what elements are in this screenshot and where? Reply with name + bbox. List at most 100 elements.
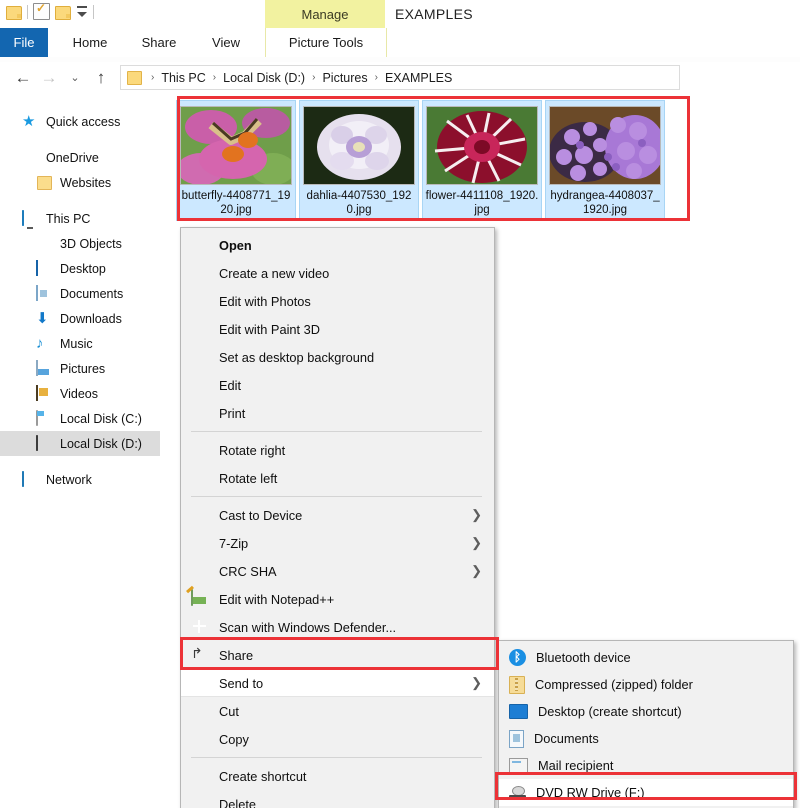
breadcrumb-item-this-pc[interactable]: This PC — [159, 70, 207, 86]
sidebar-item-3d-objects[interactable]: 3D Objects — [0, 231, 160, 256]
tab-view[interactable]: View — [200, 28, 252, 57]
file-tile[interactable]: butterfly-4408771_1920.jpg — [176, 100, 296, 221]
sidebar-item-desktop[interactable]: Desktop — [0, 256, 160, 281]
documents-icon — [36, 286, 53, 302]
menu-item-label: Send to — [219, 676, 263, 691]
menu-item-label: Cut — [219, 704, 239, 719]
thumbnail-dahlia — [303, 106, 415, 185]
toolbar-divider-2 — [93, 5, 94, 19]
menu-separator — [191, 431, 482, 432]
mail-icon — [509, 758, 528, 773]
menu-item-create-a-new-video[interactable]: Create a new video — [181, 259, 494, 287]
menu-item-edit-with-paint-3d[interactable]: Edit with Paint 3D — [181, 315, 494, 343]
share-icon: ↱ — [191, 646, 211, 664]
address-bar: ← → ⌄ ↑ › This PC › Local Disk (D:) › Pi… — [0, 62, 800, 93]
menu-item-set-as-desktop-background[interactable]: Set as desktop background — [181, 343, 494, 371]
file-tile[interactable]: flower-4411108_1920.jpg — [422, 100, 542, 221]
menu-item-edit[interactable]: Edit — [181, 371, 494, 399]
music-note-icon: ♪ — [36, 336, 53, 352]
back-button[interactable]: ← — [10, 65, 36, 91]
file-name: flower-4411108_1920.jpg — [425, 189, 539, 217]
menu-item-edit-with-notepadpp[interactable]: Edit with Notepad++ — [181, 585, 494, 613]
quick-access-toolbar — [6, 3, 94, 20]
sidebar-item-local-disk-c[interactable]: Local Disk (C:) — [0, 406, 160, 431]
menu-item-label: Edit — [219, 378, 241, 393]
menu-item-7-zip[interactable]: 7-Zip ❯ — [181, 529, 494, 557]
menu-item-label: Cast to Device — [219, 508, 302, 523]
file-name: hydrangea-4408037_1920.jpg — [548, 189, 662, 217]
breadcrumb-item-pictures[interactable]: Pictures — [320, 70, 369, 86]
forward-button[interactable]: → — [36, 65, 62, 91]
breadcrumb-item-examples[interactable]: EXAMPLES — [383, 70, 454, 86]
sidebar-item-label: Quick access — [46, 115, 120, 129]
menu-item-edit-with-photos[interactable]: Edit with Photos — [181, 287, 494, 315]
breadcrumb[interactable]: › This PC › Local Disk (D:) › Pictures ›… — [120, 65, 680, 90]
menu-item-crc-sha[interactable]: CRC SHA ❯ — [181, 557, 494, 585]
submenu-item-compressed-zipped-folder[interactable]: Compressed (zipped) folder — [499, 671, 793, 698]
menu-item-rotate-right[interactable]: Rotate right — [181, 436, 494, 464]
menu-item-create-shortcut[interactable]: Create shortcut — [181, 762, 494, 790]
submenu-item-documents[interactable]: Documents — [499, 725, 793, 752]
menu-item-send-to[interactable]: Send to ❯ — [181, 669, 494, 697]
menu-item-open[interactable]: Open — [181, 231, 494, 259]
tab-share[interactable]: Share — [130, 28, 188, 57]
sidebar-item-label: This PC — [46, 212, 90, 226]
sidebar-item-documents[interactable]: Documents — [0, 281, 160, 306]
contextual-tab-group-manage[interactable]: Manage — [265, 0, 385, 28]
ribbon-tabs: File Home Share View Picture Tools — [0, 28, 800, 58]
submenu-item-bluetooth-device[interactable]: ᛒ Bluetooth device — [499, 644, 793, 671]
sidebar-item-network[interactable]: Network — [0, 467, 160, 492]
submenu-item-mail-recipient[interactable]: Mail recipient — [499, 752, 793, 779]
desktop-icon — [509, 704, 528, 719]
up-button[interactable]: ↑ — [88, 65, 114, 91]
menu-item-share[interactable]: ↱ Share — [181, 641, 494, 669]
context-menu: Open Create a new video Edit with Photos… — [180, 227, 495, 808]
thumbnail-butterfly — [180, 106, 292, 185]
new-folder-icon[interactable] — [55, 5, 71, 19]
submenu-item-desktop-create-shortcut[interactable]: Desktop (create shortcut) — [499, 698, 793, 725]
breadcrumb-item-local-disk-d[interactable]: Local Disk (D:) — [221, 70, 307, 86]
sidebar-item-pictures[interactable]: Pictures — [0, 356, 160, 381]
chevron-right-icon: ❯ — [471, 507, 482, 523]
sidebar-item-downloads[interactable]: ⬇ Downloads — [0, 306, 160, 331]
title-bar: Manage EXAMPLES — [0, 0, 800, 28]
sidebar-item-onedrive[interactable]: OneDrive — [0, 145, 160, 170]
thumbnail-hydrangea — [549, 106, 661, 185]
sidebar-item-local-disk-d[interactable]: Local Disk (D:) — [0, 431, 160, 456]
sidebar-item-this-pc[interactable]: This PC — [0, 206, 160, 231]
tab-home[interactable]: Home — [62, 28, 118, 57]
submenu-item-label: DVD RW Drive (F:) — [536, 785, 645, 800]
menu-item-cast-to-device[interactable]: Cast to Device ❯ — [181, 501, 494, 529]
file-tile[interactable]: dahlia-4407530_1920.jpg — [299, 100, 419, 221]
sidebar-item-videos[interactable]: Videos — [0, 381, 160, 406]
menu-item-print[interactable]: Print — [181, 399, 494, 427]
tab-picture-tools[interactable]: Picture Tools — [265, 28, 387, 57]
breadcrumb-chevron-3: › — [372, 72, 381, 83]
breadcrumb-chevron-0: › — [148, 72, 157, 83]
notepadpp-icon — [191, 590, 211, 608]
menu-item-label: Edit with Photos — [219, 294, 311, 309]
dvd-drive-icon — [509, 786, 526, 800]
menu-item-rotate-left[interactable]: Rotate left — [181, 464, 494, 492]
toolbar-divider — [27, 5, 28, 19]
menu-item-label: Copy — [219, 732, 249, 747]
folder-icon[interactable] — [6, 5, 22, 19]
sidebar-item-quick-access[interactable]: ★ Quick access — [0, 109, 160, 134]
sidebar-item-websites[interactable]: Websites — [0, 170, 160, 195]
menu-item-cut[interactable]: Cut — [181, 697, 494, 725]
properties-icon[interactable] — [33, 3, 50, 20]
menu-item-scan-with-windows-defender[interactable]: Scan with Windows Defender... — [181, 613, 494, 641]
recent-locations-button[interactable]: ⌄ — [62, 65, 88, 91]
sidebar-item-label: Documents — [60, 287, 123, 301]
menu-item-label: Create a new video — [219, 266, 329, 281]
zipped-folder-icon — [509, 676, 525, 694]
menu-item-delete[interactable]: Delete — [181, 790, 494, 808]
submenu-item-dvd-rw-drive[interactable]: DVD RW Drive (F:) — [499, 779, 793, 806]
menu-separator — [191, 757, 482, 758]
drive-icon — [36, 436, 53, 452]
sidebar-item-music[interactable]: ♪ Music — [0, 331, 160, 356]
menu-item-copy[interactable]: Copy — [181, 725, 494, 753]
customize-dropdown-icon[interactable] — [76, 6, 88, 17]
file-tile[interactable]: hydrangea-4408037_1920.jpg — [545, 100, 665, 221]
tab-file[interactable]: File — [0, 28, 48, 57]
